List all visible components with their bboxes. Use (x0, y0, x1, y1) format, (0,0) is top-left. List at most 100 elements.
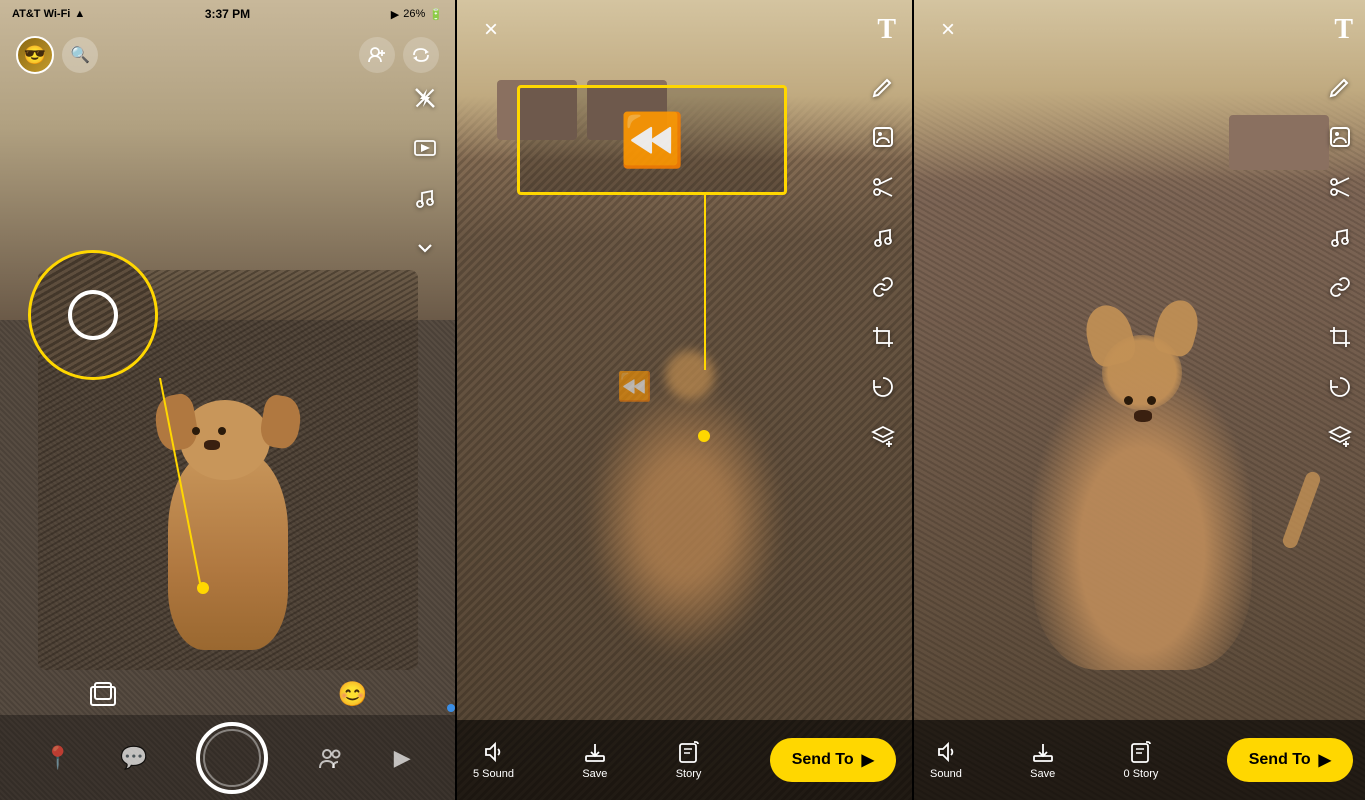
search-icon: 🔍 (70, 45, 90, 65)
edit-right-tools-middle (866, 70, 900, 454)
sound-button-middle[interactable]: 5 Sound (473, 740, 514, 780)
camera-bottom-nav: 📍 💬 ▶ (0, 715, 455, 800)
video-filter-button[interactable] (407, 130, 443, 166)
zoom-connector-dot (197, 582, 209, 594)
status-time: 3:37 PM (205, 7, 250, 21)
music-button[interactable] (407, 180, 443, 216)
story-button-right[interactable]: 0 Story (1124, 740, 1159, 780)
flip-camera-button[interactable] (403, 37, 439, 73)
sound-icon-middle (481, 740, 505, 764)
close-icon-right: × (941, 16, 955, 44)
save-button-right[interactable]: Save (1030, 740, 1055, 780)
focus-ring (68, 290, 118, 340)
nav-friends[interactable] (317, 744, 345, 772)
edit-panel-middle: ⏪ ⏪ × T (457, 0, 912, 800)
flash-button[interactable] (407, 80, 443, 116)
rewind-arrows-small: ⏪ (617, 370, 652, 403)
shutter-button[interactable] (196, 722, 268, 794)
sound-label-middle: 5 Sound (473, 768, 514, 780)
timer-tool-middle[interactable] (866, 370, 900, 404)
dog-nose (1134, 410, 1152, 422)
battery-icon: 🔋 (429, 8, 443, 21)
story-label-right: 0 Story (1124, 768, 1159, 780)
save-icon-middle (583, 740, 607, 764)
link-tool-right[interactable] (1323, 270, 1357, 304)
music-tool-right[interactable] (1323, 220, 1357, 254)
bitmoji-icon: 😊 (338, 680, 368, 709)
zoom-connector-line-edit (704, 195, 706, 370)
stories-icon: ▶ (394, 745, 411, 771)
crop-tool-right[interactable] (1323, 320, 1357, 354)
status-left: AT&T Wi-Fi ▲ (12, 8, 85, 20)
nav-stories[interactable]: ▶ (394, 745, 411, 771)
nav-chat[interactable]: 💬 (120, 745, 147, 771)
edit-bottom-bar-middle: 5 Sound Save Story Send To ▶ (457, 720, 912, 800)
dog-eye-left (1124, 396, 1133, 405)
text-tool-button-middle[interactable]: T (877, 14, 896, 46)
send-to-arrow-right: ▶ (1319, 750, 1331, 770)
edit-bottom-bar-right: Sound Save 0 Story Send To ▶ (914, 720, 1365, 800)
edit-right-tools-right (1323, 70, 1357, 454)
dog-eye-right (1147, 396, 1156, 405)
sound-button-right[interactable]: Sound (930, 740, 962, 780)
more-button[interactable] (407, 230, 443, 266)
draw-tool-right[interactable] (1323, 70, 1357, 104)
zoom-circle (28, 250, 158, 380)
send-to-button-right[interactable]: Send To ▶ (1227, 738, 1353, 782)
nav-camera[interactable] (196, 722, 268, 794)
memories-button[interactable] (85, 676, 121, 712)
battery-text: 26% (403, 8, 425, 20)
scissors-tool-middle[interactable] (866, 170, 900, 204)
close-button-middle[interactable]: × (473, 12, 509, 48)
layers-tool-middle[interactable] (866, 420, 900, 454)
music-tool-middle[interactable] (866, 220, 900, 254)
link-tool-middle[interactable] (866, 270, 900, 304)
wifi-icon: ▲ (74, 8, 85, 20)
map-icon: 📍 (44, 745, 71, 771)
rewind-sticker[interactable]: ⏪ (517, 85, 787, 195)
zoom-connector-dot-edit (698, 430, 710, 442)
send-to-arrow-middle: ▶ (862, 750, 874, 770)
zoom-connector-line (90, 378, 210, 588)
save-icon-right (1031, 740, 1055, 764)
crop-tool-middle[interactable] (866, 320, 900, 354)
dog-blurred (585, 380, 785, 660)
send-to-button-middle[interactable]: Send To ▶ (770, 738, 896, 782)
search-button[interactable]: 🔍 (62, 37, 98, 73)
send-to-label-middle: Send To (792, 751, 854, 769)
rewind-arrows-large: ⏪ (620, 110, 685, 171)
sticker-tool-right[interactable] (1323, 120, 1357, 154)
story-label-middle: Story (676, 768, 702, 780)
sticker-tool-middle[interactable] (866, 120, 900, 154)
friends-icon (317, 744, 345, 772)
carrier-text: AT&T Wi-Fi (12, 8, 70, 20)
edit-top-bar-right: × T (914, 0, 1365, 60)
add-friend-button[interactable] (359, 37, 395, 73)
save-label-right: Save (1030, 768, 1055, 780)
sound-label-right: Sound (930, 768, 962, 780)
avatar-button[interactable]: 😎 (16, 36, 54, 74)
camera-right-toolbar (407, 80, 443, 266)
bitmoji-button[interactable]: 😊 (335, 676, 371, 712)
location-icon: ▶ (391, 8, 399, 21)
status-right: ▶ 26% 🔋 (391, 8, 443, 21)
text-tool-button-right[interactable]: T (1334, 14, 1353, 46)
camera-panel: AT&T Wi-Fi ▲ 3:37 PM ▶ 26% 🔋 😎 🔍 (0, 0, 455, 800)
layers-tool-right[interactable] (1323, 420, 1357, 454)
story-button-middle[interactable]: Story (676, 740, 702, 780)
timer-tool-right[interactable] (1323, 370, 1357, 404)
dog-head-blur (665, 350, 715, 400)
edit-top-bar-middle: × T (457, 0, 912, 60)
chat-icon: 💬 (120, 745, 147, 771)
nav-map[interactable]: 📍 (44, 745, 71, 771)
sound-icon-right (934, 740, 958, 764)
draw-tool-middle[interactable] (866, 70, 900, 104)
status-bar: AT&T Wi-Fi ▲ 3:37 PM ▶ 26% 🔋 (0, 0, 455, 28)
shutter-inner (203, 729, 261, 787)
camera-top-toolbar: 😎 🔍 (0, 28, 455, 82)
scissors-tool-right[interactable] (1323, 170, 1357, 204)
save-button-middle[interactable]: Save (582, 740, 607, 780)
camera-top-right-icons (359, 37, 439, 73)
close-button-right[interactable]: × (930, 12, 966, 48)
story-icon-middle (677, 740, 701, 764)
